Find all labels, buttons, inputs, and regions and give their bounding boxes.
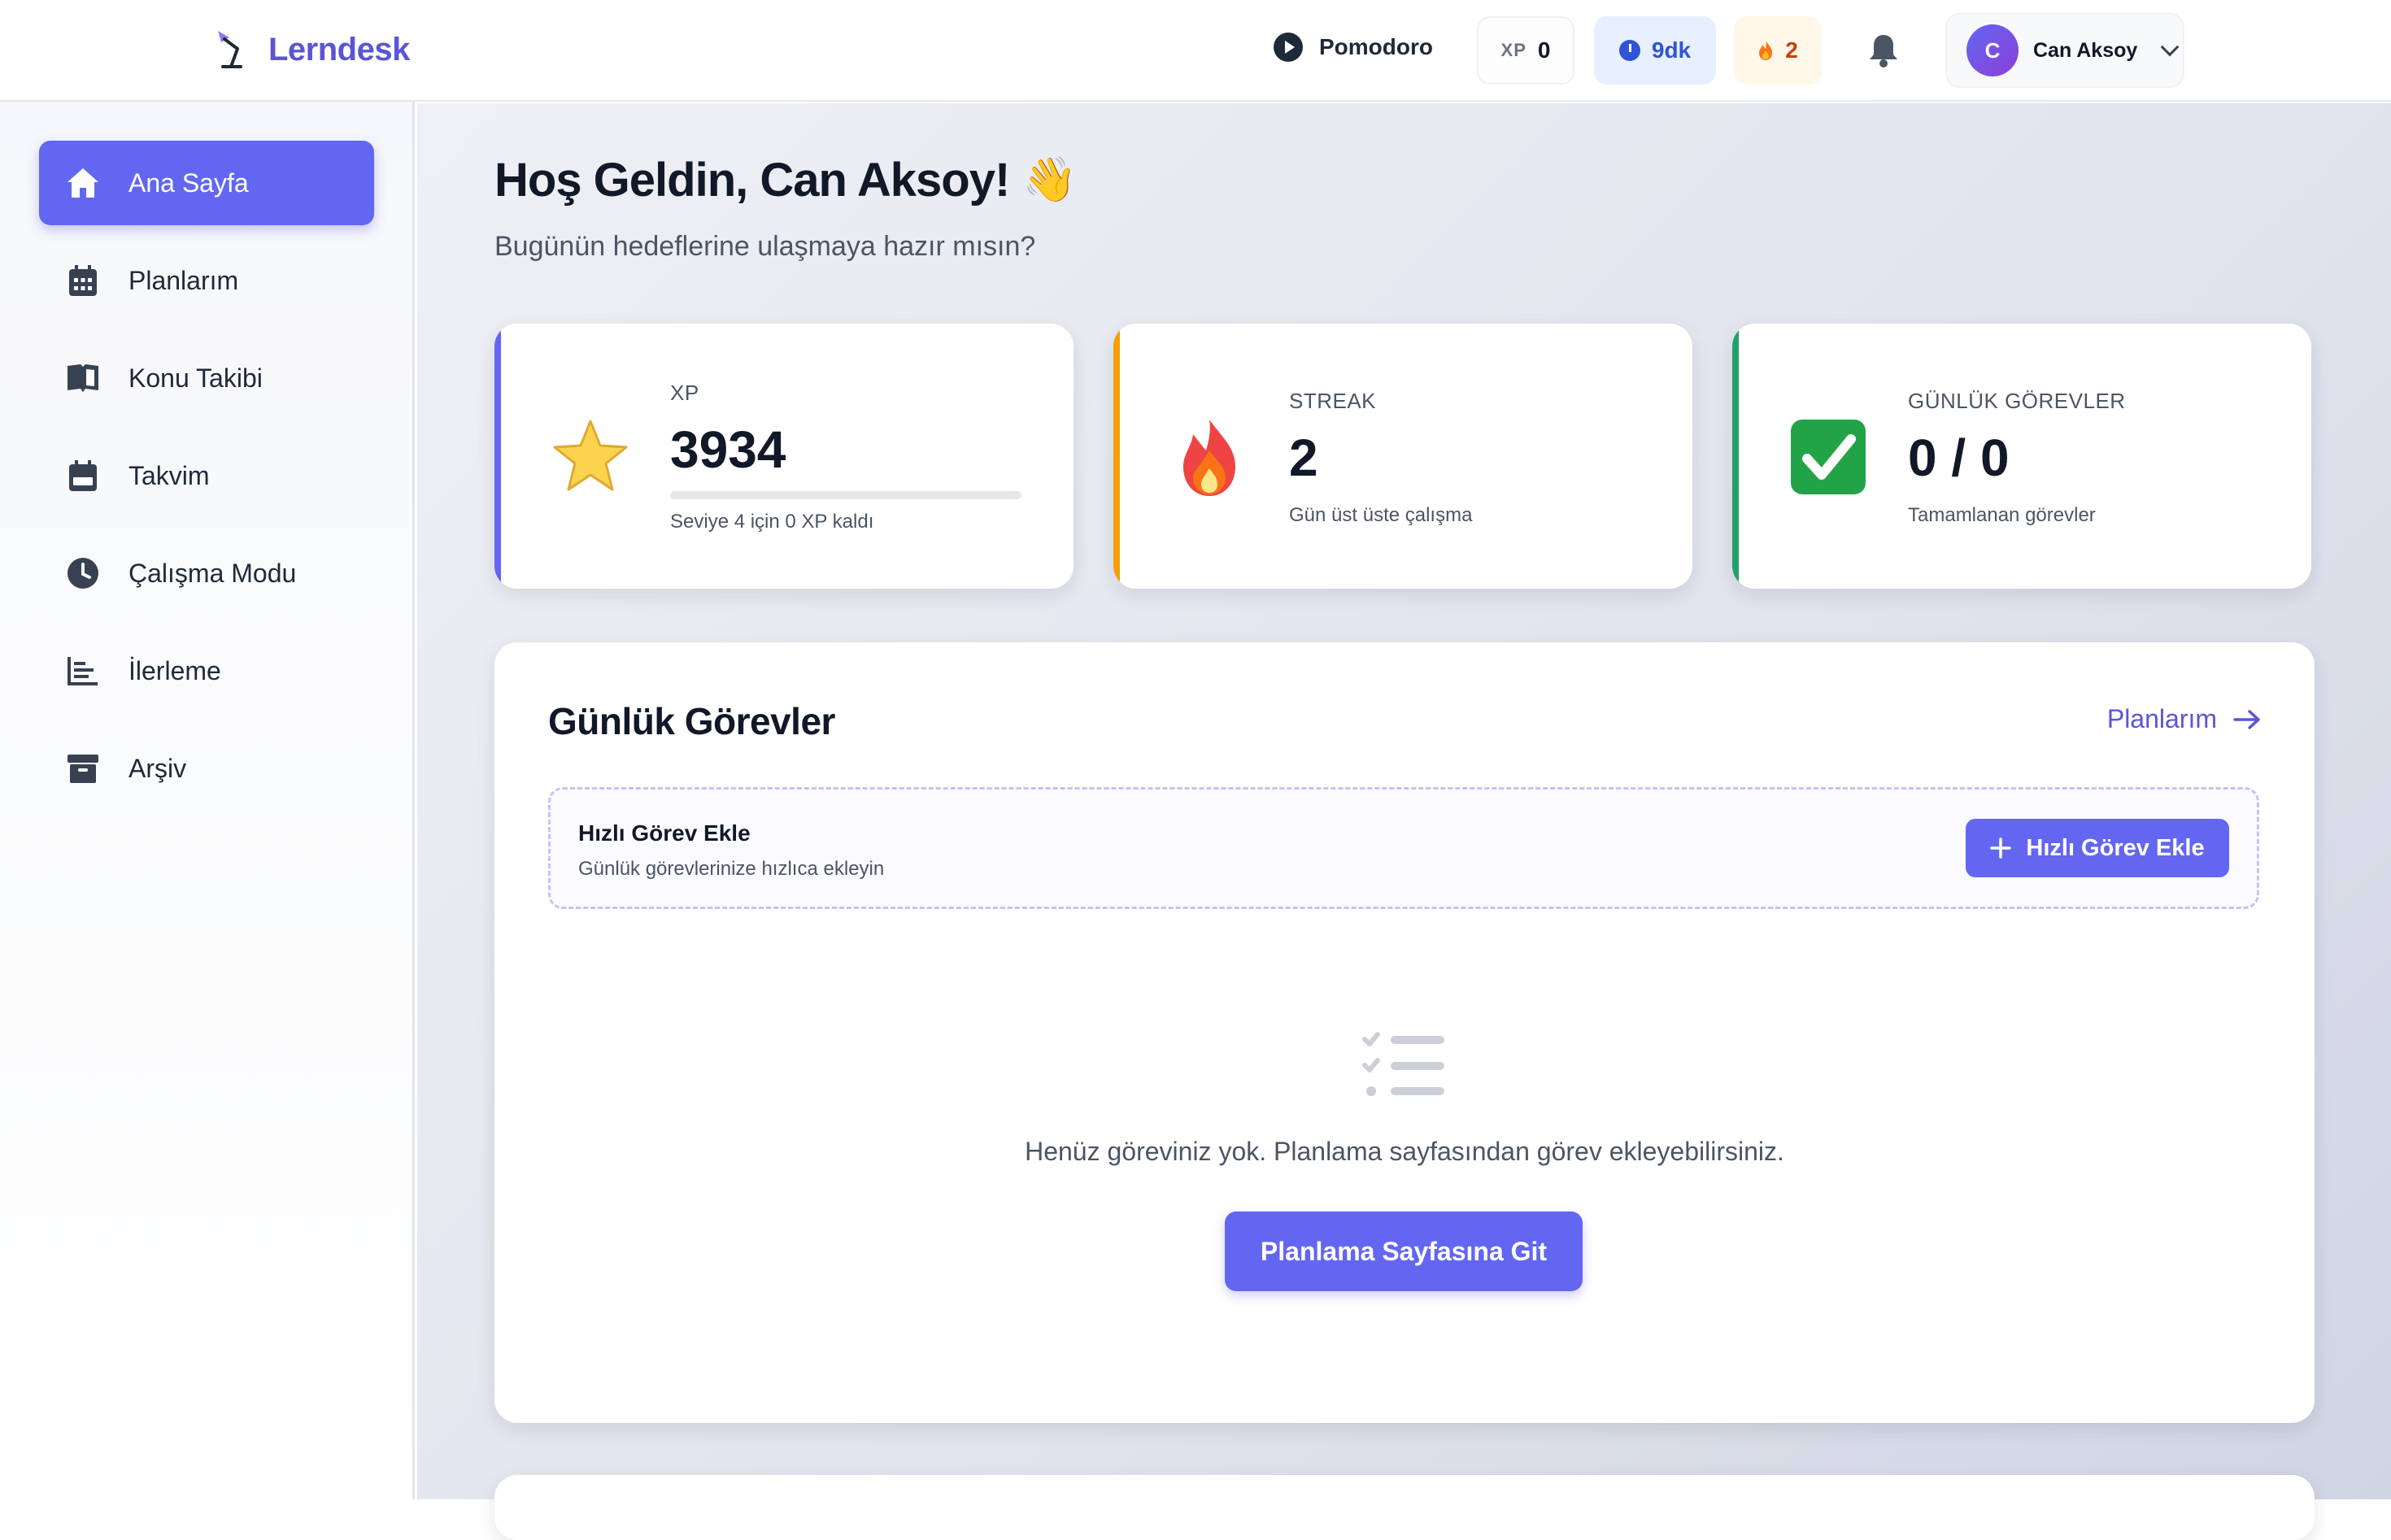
arrow-right-icon [2233,709,2260,729]
home-icon [65,165,101,201]
xp-chip-key: XP [1500,40,1526,60]
brand-name: Lerndesk [268,31,410,67]
sidebar-item-planlarim[interactable]: Planlarım [39,238,374,323]
page-subtitle: Bugünün hedeflerine ulaşmaya hazır mısın… [494,231,1036,262]
next-panel [494,1475,2315,1540]
archive-icon [65,750,101,786]
bell-icon[interactable] [1867,33,1900,68]
sidebar-item-takvim[interactable]: Takvim [39,433,374,518]
study-time-chip[interactable]: 9dk [1594,16,1716,85]
pomodoro-button[interactable]: Pomodoro [1274,33,1433,62]
sidebar-item-calisma-modu[interactable]: Çalışma Modu [39,531,374,616]
lamp-logo-icon [218,31,242,68]
plus-icon [1990,837,2012,859]
card-accent [494,324,501,589]
waving-hand-icon: 👋 [1022,155,1077,204]
calendar-grid-icon [65,263,101,298]
check-box-icon [1791,420,1866,494]
empty-state-text: Henüz göreviniz yok. Planlama sayfasında… [1025,1137,1784,1166]
page-title: Hoş Geldin, Can Aksoy! 👋 [494,153,1078,207]
clock-icon [1618,40,1640,61]
bar-chart-icon [65,653,101,689]
quick-add-button[interactable]: Hızlı Görev Ekle [1966,819,2229,877]
plans-link-label: Planlarım [2106,704,2217,733]
stat-value: 0 / 0 [1908,429,2010,487]
calendar-icon [65,458,101,494]
play-icon [1274,33,1303,62]
study-time-value: 9dk [1651,37,1692,63]
stat-caption: Seviye 4 için 0 XP kaldı [670,511,874,533]
stat-value: 3934 [670,420,786,479]
chevron-down-icon [2160,37,2180,57]
stat-value: 2 [1289,429,1318,487]
sidebar-item-label: İlerleme [128,655,221,685]
xp-card: XP 3934 Seviye 4 için 0 XP kaldı [494,324,1074,589]
xp-progress-bar [670,491,1021,499]
panel-title: Günlük Görevler [548,700,835,742]
sidebar-item-konu-takibi[interactable]: Konu Takibi [39,336,374,420]
pomodoro-label: Pomodoro [1319,34,1433,59]
stat-label: GÜNLÜK GÖREVLER [1908,389,2126,413]
sidebar-item-ilerleme[interactable]: İlerleme [39,629,374,713]
stat-caption: Tamamlanan görevler [1908,504,2096,526]
brand[interactable]: Lerndesk [213,28,410,72]
card-accent [1732,324,1739,589]
sidebar-item-label: Takvim [128,460,210,490]
streak-chip[interactable]: 2 [1734,16,1822,85]
stat-label: STREAK [1289,389,1377,413]
sidebar-item-ana-sayfa[interactable]: Ana Sayfa [39,141,374,225]
streak-value: 2 [1785,37,1798,63]
quick-add-title: Hızlı Görev Ekle [578,820,751,846]
avatar: C [1966,24,2019,76]
star-icon [553,420,628,491]
streak-card: STREAK 2 Gün üst üste çalışma [1113,324,1692,589]
book-icon [65,360,101,396]
sidebar-item-label: Arşiv [128,753,187,783]
sidebar: Ana Sayfa Planlarım Konu Takibi Takvim Ç… [0,102,415,1499]
fire-icon [1183,420,1235,496]
user-name: Can Aksoy [2033,38,2138,62]
clock-icon [65,555,101,591]
sidebar-item-label: Çalışma Modu [128,558,297,588]
card-accent [1113,324,1120,589]
stat-label: XP [670,381,699,405]
stat-caption: Gün üst üste çalışma [1289,504,1473,526]
daily-tasks-panel: Günlük Görevler Planlarım Hızlı Görev Ek… [494,642,2315,1423]
xp-chip-value: 0 [1537,37,1551,63]
go-to-planning-button[interactable]: Planlama Sayfasına Git [1225,1212,1583,1291]
greeting-text: Hoş Geldin, Can Aksoy! [494,154,1010,207]
daily-tasks-card: GÜNLÜK GÖREVLER 0 / 0 Tamamlanan görevle… [1732,324,2311,589]
top-bar: Lerndesk Pomodoro XP 0 9dk 2 C Can Aksoy [0,0,2391,102]
quick-add-button-label: Hızlı Görev Ekle [2026,834,2205,861]
sidebar-item-label: Ana Sayfa [128,167,249,198]
user-menu[interactable]: C Can Aksoy [1945,13,2184,88]
plans-link[interactable]: Planlarım [2107,704,2261,734]
sidebar-item-arsiv[interactable]: Arşiv [39,726,374,811]
quick-add-box: Hızlı Görev Ekle Günlük görevlerinize hı… [548,787,2259,909]
sidebar-item-label: Planlarım [128,265,239,295]
sidebar-item-label: Konu Takibi [128,363,263,393]
fire-icon [1759,41,1773,60]
quick-add-subtitle: Günlük görevlerinize hızlıca ekleyin [578,858,885,880]
task-list-icon [1362,1032,1444,1096]
xp-chip[interactable]: XP 0 [1477,16,1574,85]
